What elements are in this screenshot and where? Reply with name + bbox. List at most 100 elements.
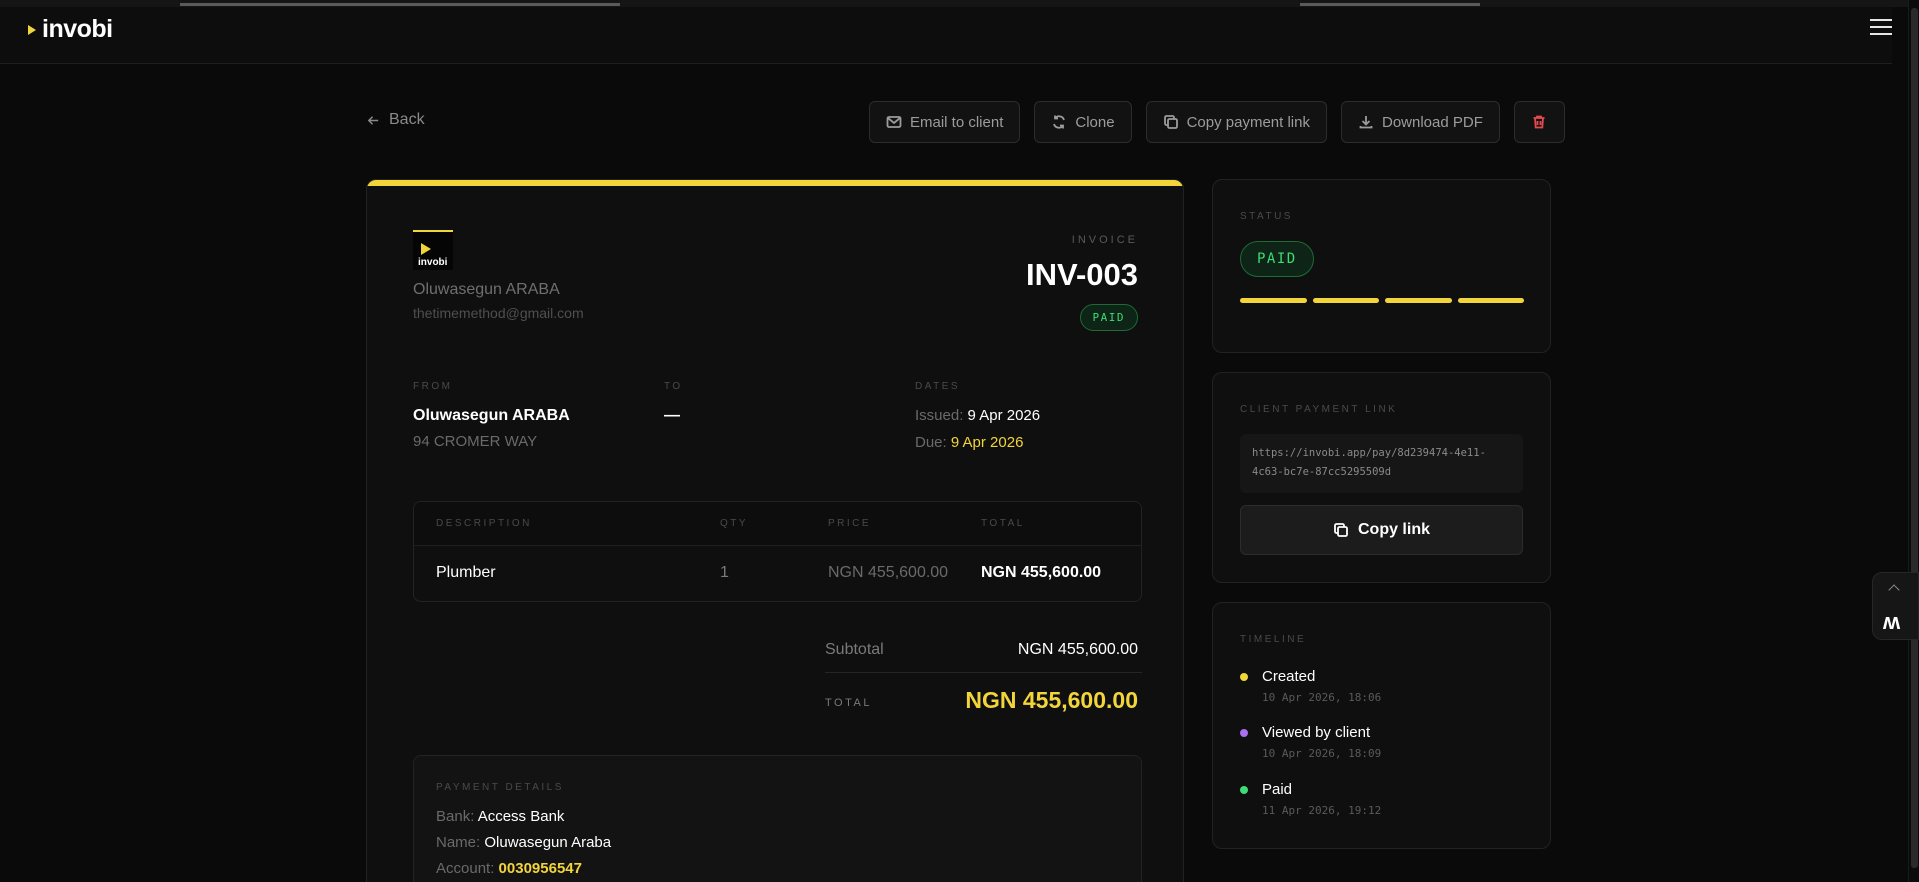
mail-icon xyxy=(886,116,902,128)
from-address: 94 CROMER WAY xyxy=(413,433,538,450)
status-progress-bar xyxy=(1240,298,1524,303)
timeline-event-label: Created xyxy=(1262,668,1316,685)
payment-link-label: CLIENT PAYMENT LINK xyxy=(1240,404,1398,415)
brand-logo-text: invobi xyxy=(418,257,448,268)
invoice-card: invobi Oluwasegun ARABA thetimemethod@gm… xyxy=(366,179,1184,882)
copy-payment-link-button[interactable]: Copy payment link xyxy=(1145,101,1327,143)
to-value: — xyxy=(664,407,680,424)
issued-value: 9 Apr 2026 xyxy=(967,407,1041,424)
loading-segment xyxy=(180,3,620,6)
account-number-value: 0030956547 xyxy=(498,860,582,877)
copy-icon xyxy=(1163,115,1178,129)
logo-play-icon xyxy=(421,243,431,255)
progress-segment xyxy=(1240,298,1307,303)
bank-line: Bank: Access Bank xyxy=(436,808,564,825)
due-value: 9 Apr 2026 xyxy=(950,434,1024,451)
payment-details-label: PAYMENT DETAILS xyxy=(436,782,564,793)
action-toolbar: Email to client Clone Copy payment link … xyxy=(869,101,1565,143)
back-link[interactable]: Back xyxy=(366,111,425,129)
timeline-event-time: 10 Apr 2026, 18:06 xyxy=(1262,691,1382,704)
menu-icon[interactable] xyxy=(1870,19,1892,39)
payment-link-url[interactable]: https://invobi.app/pay/8d239474-4e11-4c6… xyxy=(1240,434,1523,493)
bank-label: Bank: xyxy=(436,808,475,825)
brand-logo: invobi xyxy=(413,230,453,270)
loading-segment xyxy=(1300,3,1480,6)
to-label: TO xyxy=(664,381,683,392)
refresh-icon xyxy=(1053,115,1066,129)
from-label: FROM xyxy=(413,381,453,392)
table-header: DESCRIPTION QTY PRICE TOTAL xyxy=(414,502,1141,546)
clone-button[interactable]: Clone xyxy=(1034,101,1132,143)
trash-icon xyxy=(1533,115,1545,129)
status-panel: STATUS PAID xyxy=(1212,179,1551,353)
client-payment-link-panel: CLIENT PAYMENT LINK https://invobi.app/p… xyxy=(1212,372,1551,583)
item-price: NGN 455,600.00 xyxy=(828,564,949,581)
copy-payment-link-label: Copy payment link xyxy=(1186,113,1310,131)
delete-button[interactable] xyxy=(1513,101,1565,143)
timeline-dot xyxy=(1240,673,1248,681)
status-badge: PAID xyxy=(1240,241,1314,277)
account-name-value: Oluwasegun Araba xyxy=(484,834,612,851)
account-number-label: Account: xyxy=(436,860,495,877)
column-header-description: DESCRIPTION xyxy=(436,518,532,529)
email-to-client-button[interactable]: Email to client xyxy=(869,101,1021,143)
logo-text: invobi xyxy=(42,15,113,43)
copy-link-label: Copy link xyxy=(1357,521,1430,538)
timeline-dot xyxy=(1240,786,1248,794)
logo[interactable]: invobi xyxy=(28,15,113,44)
column-header-qty: QTY xyxy=(720,518,749,529)
invoice-number: INV-003 xyxy=(1025,257,1138,292)
sender-email: thetimemethod@gmail.com xyxy=(413,305,584,321)
timeline-event-label: Viewed by client xyxy=(1262,724,1371,741)
total-label: TOTAL xyxy=(825,697,872,709)
line-items-table: DESCRIPTION QTY PRICE TOTAL Plumber 1 NG… xyxy=(413,501,1142,602)
account-name-line: Name: Oluwasegun Araba xyxy=(436,834,611,851)
chevron-up-icon[interactable] xyxy=(1888,584,1900,596)
status-label: STATUS xyxy=(1240,211,1293,222)
bank-value: Access Bank xyxy=(477,808,565,825)
timeline-event-time: 11 Apr 2026, 19:12 xyxy=(1262,804,1382,817)
timeline-panel: TIMELINE Created 10 Apr 2026, 18:06 View… xyxy=(1212,602,1551,849)
sender-name: Oluwasegun ARABA xyxy=(413,281,560,298)
invoice-label: INVOICE xyxy=(1071,234,1138,246)
summary-divider xyxy=(825,672,1142,673)
account-name-label: Name: xyxy=(436,834,481,851)
widget-logo-icon: ʍ xyxy=(1883,609,1900,634)
due-date: Due: 9 Apr 2026 xyxy=(915,434,1023,451)
email-button-label: Email to client xyxy=(910,113,1004,131)
due-label: Due: xyxy=(915,434,947,451)
download-pdf-label: Download PDF xyxy=(1381,113,1483,131)
timeline-dot xyxy=(1240,729,1248,737)
invoice-status-badge: PAID xyxy=(1079,304,1138,331)
issued-label: Issued: xyxy=(915,407,964,424)
invoice-accent-bar xyxy=(367,180,1183,186)
progress-segment xyxy=(1457,298,1524,303)
loading-strip xyxy=(0,0,1919,7)
subtotal-label: Subtotal xyxy=(825,641,884,658)
copy-icon xyxy=(1334,523,1348,537)
clone-button-label: Clone xyxy=(1075,113,1115,131)
issued-date: Issued: 9 Apr 2026 xyxy=(915,407,1040,424)
item-qty: 1 xyxy=(720,564,729,581)
floating-widget[interactable]: ʍ xyxy=(1872,572,1919,640)
item-description: Plumber xyxy=(436,564,496,581)
download-icon xyxy=(1359,116,1373,129)
table-row: Plumber 1 NGN 455,600.00 NGN 455,600.00 xyxy=(414,546,1141,601)
progress-segment xyxy=(1385,298,1452,303)
total-value: NGN 455,600.00 xyxy=(965,687,1138,713)
top-navbar: invobi xyxy=(0,7,1892,64)
timeline-label: TIMELINE xyxy=(1240,634,1307,645)
subtotal-value: NGN 455,600.00 xyxy=(1017,641,1138,658)
account-number-line: Account: 0030956547 xyxy=(436,860,582,877)
scrollbar[interactable] xyxy=(1908,0,1919,882)
payment-details: PAYMENT DETAILS Bank: Access Bank Name: … xyxy=(413,755,1142,882)
timeline-event-label: Paid xyxy=(1262,781,1293,798)
scrollbar-thumb[interactable] xyxy=(1911,8,1918,868)
download-pdf-button[interactable]: Download PDF xyxy=(1340,101,1500,143)
copy-link-button[interactable]: Copy link xyxy=(1240,505,1523,555)
timeline-event-time: 10 Apr 2026, 18:09 xyxy=(1262,747,1382,760)
progress-segment xyxy=(1312,298,1379,303)
dates-label: DATES xyxy=(915,381,961,392)
column-header-price: PRICE xyxy=(828,518,872,529)
item-total: NGN 455,600.00 xyxy=(981,564,1102,581)
